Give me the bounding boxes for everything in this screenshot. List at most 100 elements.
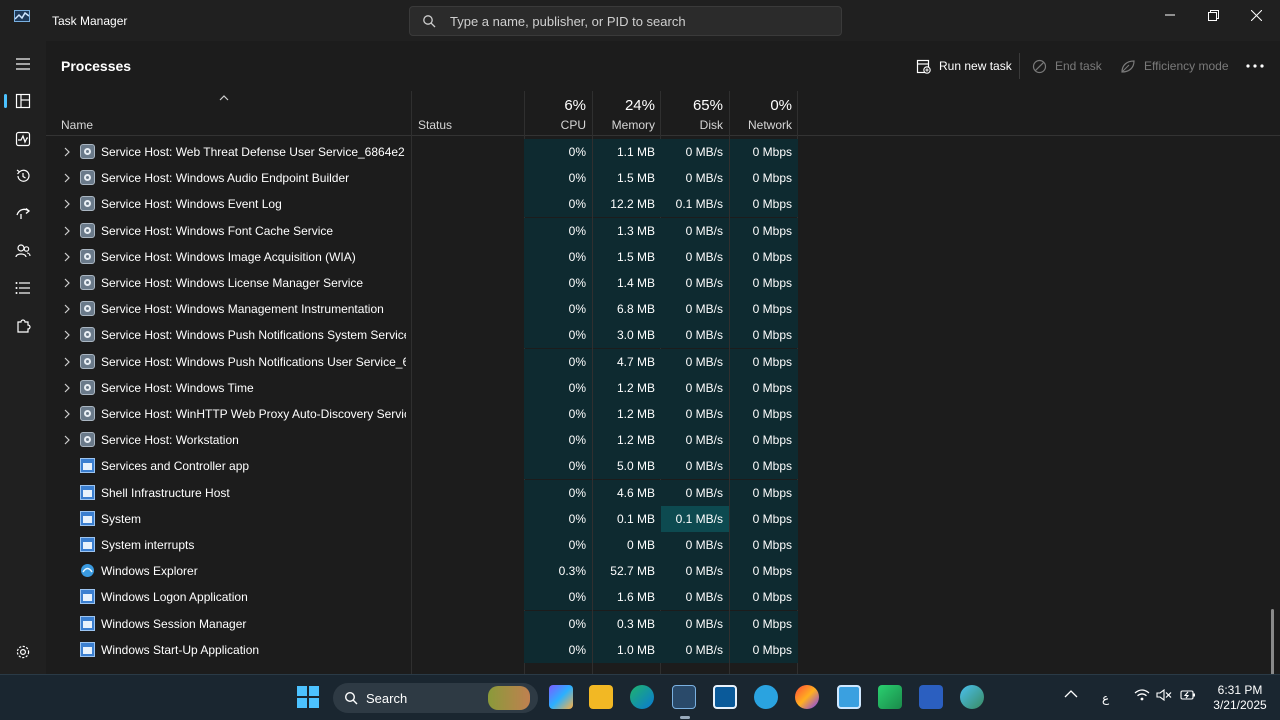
run-new-task-button[interactable]: Run new task <box>916 54 1012 78</box>
column-header-memory[interactable]: 24% Memory <box>593 91 661 136</box>
column-header-network[interactable]: 0% Network <box>730 91 798 136</box>
expand-chevron-icon[interactable] <box>63 330 71 340</box>
expand-chevron-icon[interactable] <box>63 304 71 314</box>
word-icon[interactable] <box>919 685 943 709</box>
nav-services[interactable] <box>0 309 46 343</box>
notepad-icon[interactable] <box>837 685 861 709</box>
taskbar-search[interactable]: Search <box>333 683 538 713</box>
table-row[interactable]: Service Host: Web Threat Defense User Se… <box>46 139 1280 165</box>
efficiency-mode-button[interactable]: Efficiency mode <box>1120 54 1229 78</box>
process-name: Service Host: Workstation <box>101 433 239 448</box>
end-task-label: End task <box>1055 59 1102 73</box>
wifi-icon[interactable] <box>1134 689 1150 701</box>
service-icon <box>80 379 95 395</box>
table-row[interactable]: Service Host: Windows Image Acquisition … <box>46 243 1280 270</box>
network-value: 0 Mbps <box>730 505 798 532</box>
search-box[interactable] <box>409 6 842 36</box>
table-row[interactable]: System interrupts 0% 0 MB 0 MB/s 0 Mbps <box>46 532 1280 558</box>
process-name: System <box>101 511 142 526</box>
expand-chevron-icon[interactable] <box>63 278 71 288</box>
table-row[interactable]: Service Host: Windows License Manager Se… <box>46 270 1280 296</box>
expand-chevron-icon[interactable] <box>63 409 71 419</box>
window-icon <box>80 641 95 657</box>
table-row[interactable]: Windows Start-Up Application 0% 1.0 MB 0 MB… <box>46 636 1280 663</box>
memory-value: 1.6 MB <box>593 584 661 611</box>
table-row[interactable]: Windows Explorer 0.3% 52.7 MB 0 MB/s 0 Mbps <box>46 558 1280 585</box>
expand-chevron-icon[interactable] <box>63 226 71 236</box>
expand-chevron-icon[interactable] <box>63 383 71 393</box>
table-row[interactable]: Service Host: Workstation 0% 1.2 MB 0 MB/s 0… <box>46 427 1280 454</box>
column-header-cpu[interactable]: 6% CPU <box>524 91 592 136</box>
table-row[interactable]: System 0% 0.1 MB 0.1 MB/s 0 Mbps <box>46 505 1280 532</box>
explorer-icon <box>81 564 94 578</box>
nav-startup-apps[interactable] <box>0 196 46 230</box>
hamburger-menu-button[interactable] <box>0 47 46 81</box>
table-row[interactable]: Service Host: Windows Management Instrum… <box>46 296 1280 323</box>
restore-button[interactable] <box>1190 0 1236 30</box>
minimize-button[interactable] <box>1147 0 1193 30</box>
close-button[interactable] <box>1233 0 1279 30</box>
nav-app-history[interactable] <box>0 159 46 193</box>
table-row[interactable]: Service Host: Windows Event Log 0% 12.2 MB… <box>46 191 1280 218</box>
expand-chevron-icon[interactable] <box>63 252 71 262</box>
table-row[interactable]: Service Host: Windows Audio Endpoint Bui… <box>46 165 1280 192</box>
column-header-disk[interactable]: 65% Disk <box>661 91 729 136</box>
volume-muted-icon[interactable] <box>1156 689 1172 701</box>
copilot-icon[interactable] <box>549 685 573 709</box>
disk-value: 0 MB/s <box>661 610 729 637</box>
firefox-icon[interactable] <box>795 685 819 709</box>
task-manager-taskbar-icon[interactable] <box>672 685 696 719</box>
end-task-button[interactable]: End task <box>1032 54 1102 78</box>
nav-users[interactable] <box>0 234 46 268</box>
windows-start-icon[interactable] <box>297 686 319 708</box>
process-name: Service Host: Windows Audio Endpoint Bui… <box>101 171 350 186</box>
disk-value: 0 MB/s <box>661 296 729 323</box>
nav-performance[interactable] <box>0 122 46 156</box>
process-name: Service Host: Windows Push Notifications… <box>101 354 406 369</box>
table-row[interactable]: Service Host: WinHTTP Web Proxy Auto-Dis… <box>46 401 1280 427</box>
cpu-value: 0% <box>524 139 592 165</box>
table-row[interactable]: Service Host: Windows Push Notifications… <box>46 322 1280 349</box>
expand-chevron-icon[interactable] <box>63 199 71 209</box>
users-icon <box>15 244 31 258</box>
table-row[interactable]: Windows Session Manager 0% 0.3 MB 0 MB/s 0 M… <box>46 610 1280 637</box>
expand-chevron-icon[interactable] <box>63 357 71 367</box>
paint-icon[interactable] <box>960 685 984 709</box>
table-row[interactable]: Windows Logon Application 0% 1.6 MB 0 MB/s 0… <box>46 584 1280 611</box>
nav-details[interactable] <box>0 271 46 305</box>
nav-settings[interactable] <box>0 635 46 669</box>
show-hidden-icons-chevron-icon[interactable] <box>1064 689 1078 699</box>
close-icon <box>1250 9 1262 21</box>
column-header-status[interactable]: Status <box>403 91 523 136</box>
service-icon <box>80 301 95 317</box>
table-row[interactable]: Shell Infrastructure Host 0% 4.6 MB 0 MB/s 0… <box>46 479 1280 506</box>
system-clock[interactable]: 6:31 PM 3/21/2025 <box>1205 683 1275 713</box>
battery-charging-icon[interactable] <box>1180 689 1196 701</box>
memory-value: 0 MB <box>593 532 661 558</box>
table-row[interactable]: Service Host: Windows Font Cache Service… <box>46 217 1280 244</box>
store-icon[interactable] <box>713 685 737 709</box>
search-input[interactable] <box>450 11 830 31</box>
expand-chevron-icon[interactable] <box>63 435 71 445</box>
more-options-button[interactable] <box>1246 54 1264 78</box>
input-language-indicator[interactable]: ع <box>1102 691 1109 705</box>
telegram-icon[interactable] <box>754 685 778 709</box>
network-total-percent: 0% <box>770 97 792 114</box>
expand-chevron-icon[interactable] <box>63 147 71 157</box>
memory-value: 1.0 MB <box>593 636 661 663</box>
excel-like-icon[interactable] <box>878 685 902 709</box>
network-value: 0 Mbps <box>730 558 798 585</box>
expand-chevron-icon[interactable] <box>63 173 71 183</box>
table-row[interactable]: Service Host: Windows Push Notifications… <box>46 348 1280 375</box>
services-puzzle-icon <box>17 319 31 333</box>
file-explorer-icon[interactable] <box>589 685 613 709</box>
minimize-icon <box>1165 14 1175 16</box>
network-value: 0 Mbps <box>730 584 798 611</box>
table-row[interactable]: Service Host: Windows Time 0% 1.2 MB 0 MB/s… <box>46 374 1280 401</box>
edge-browser-icon[interactable] <box>630 685 654 709</box>
nav-processes[interactable] <box>0 84 46 118</box>
table-row[interactable]: Services and Controller app 0% 5.0 MB 0 MB/… <box>46 453 1280 480</box>
run-new-task-label: Run new task <box>939 59 1012 73</box>
column-header-name[interactable]: Name <box>46 91 411 136</box>
clock-time: 6:31 PM <box>1217 683 1263 697</box>
